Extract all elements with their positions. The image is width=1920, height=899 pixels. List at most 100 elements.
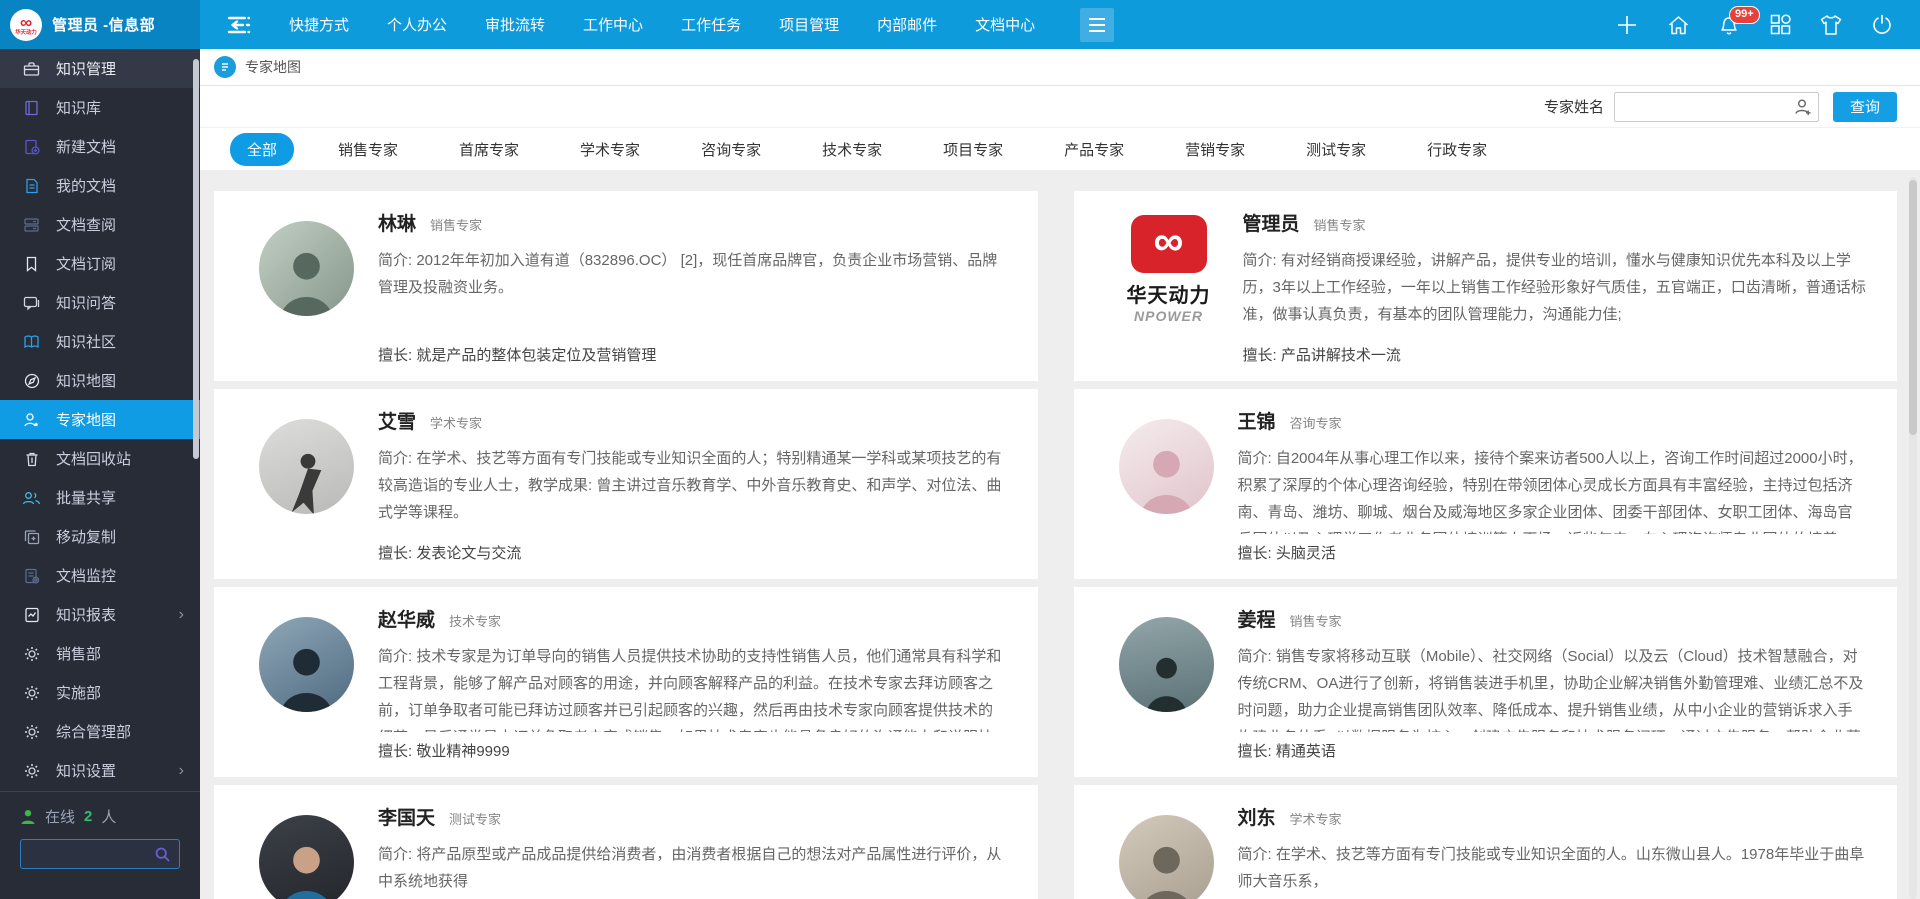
expert-skill: 擅长: 头脑灵活 bbox=[1238, 542, 1868, 563]
nav-item-personal-office[interactable]: 个人办公 bbox=[368, 0, 466, 49]
sidebar-footer: 在线 2 人 bbox=[0, 791, 200, 899]
tab-all[interactable]: 全部 bbox=[230, 133, 294, 166]
expert-name[interactable]: 艾雪 bbox=[378, 407, 416, 434]
sidebar-item-document-subscription[interactable]: 文档订阅 bbox=[0, 244, 200, 283]
sidebar-item-knowledge-base[interactable]: 知识库 bbox=[0, 88, 200, 127]
tab-marketing-expert[interactable]: 营销专家 bbox=[1168, 133, 1262, 166]
category-tabs: 全部 销售专家 首席专家 学术专家 咨询专家 技术专家 项目专家 产品专家 营销… bbox=[200, 128, 1920, 170]
expert-skill: 擅长: 精通英语 bbox=[1238, 740, 1868, 761]
user-department-title: 管理员 -信息部 bbox=[52, 14, 155, 35]
sidebar-item-document-recycle-bin[interactable]: 文档回收站 bbox=[0, 439, 200, 478]
select-person-icon[interactable] bbox=[1793, 97, 1813, 122]
expert-person-icon bbox=[22, 411, 41, 428]
compass-icon bbox=[22, 372, 41, 389]
expert-category: 学术专家 bbox=[430, 413, 482, 432]
expert-card[interactable]: 刘东学术专家 简介: 在学术、技艺等方面有专门技能或专业知识全面的人。山东微山县… bbox=[1074, 785, 1898, 899]
tab-product-expert[interactable]: 产品专家 bbox=[1047, 133, 1141, 166]
expert-card[interactable]: ∞ 华天动力 NPOWER 管理员销售专家 简介: 有对经销商授课经验，讲解产品… bbox=[1074, 191, 1898, 381]
content-scrollbar[interactable] bbox=[1909, 177, 1917, 899]
expert-name[interactable]: 姜程 bbox=[1238, 605, 1276, 632]
tab-admin-expert[interactable]: 行政专家 bbox=[1410, 133, 1504, 166]
expert-category: 测试专家 bbox=[449, 809, 501, 828]
expert-card[interactable]: 王锦咨询专家 简介: 自2004年从事心理工作以来，接待个案来访者500人以上，… bbox=[1074, 389, 1898, 579]
company-logo-avatar: ∞ 华天动力 NPOWER bbox=[1119, 215, 1219, 365]
expert-name[interactable]: 林琳 bbox=[378, 209, 416, 236]
expert-card[interactable]: 赵华威技术专家 简介: 技术专家是为订单导向的销售人员提供技术协助的支持性销售人… bbox=[214, 587, 1038, 777]
bell-icon[interactable]: 99+ bbox=[1717, 13, 1741, 37]
sidebar-item-knowledge-qa[interactable]: 知识问答 bbox=[0, 283, 200, 322]
expert-card-grid: 林琳销售专家 简介: 2012年年初加入道有道（832896.OC） [2]，现… bbox=[214, 191, 1897, 899]
expert-intro: 简介: 在学术、技艺等方面有专门技能或专业知识全面的人；特别精通某一学科或某项技… bbox=[378, 445, 1008, 534]
scrollbar-thumb[interactable] bbox=[1909, 180, 1917, 435]
power-icon[interactable] bbox=[1870, 13, 1894, 37]
search-icon[interactable] bbox=[154, 846, 171, 863]
infinity-logo-glyph: ∞ bbox=[20, 14, 32, 30]
expert-intro: 简介: 自2004年从事心理工作以来，接待个案来访者500人以上，咨询工作时间超… bbox=[1238, 445, 1868, 534]
nav-item-shortcuts[interactable]: 快捷方式 bbox=[270, 0, 368, 49]
sidebar-item-knowledge-settings[interactable]: 知识设置 › bbox=[0, 751, 200, 790]
sidebar-item-knowledge-community[interactable]: 知识社区 bbox=[0, 322, 200, 361]
plus-icon[interactable] bbox=[1615, 13, 1639, 37]
sidebar-item-batch-share[interactable]: 批量共享 bbox=[0, 478, 200, 517]
theme-shirt-icon[interactable] bbox=[1819, 13, 1843, 37]
nav-item-work-tasks[interactable]: 工作任务 bbox=[662, 0, 760, 49]
tab-sales-expert[interactable]: 销售专家 bbox=[321, 133, 415, 166]
nav-item-approval-flow[interactable]: 审批流转 bbox=[466, 0, 564, 49]
tab-academic-expert[interactable]: 学术专家 bbox=[563, 133, 657, 166]
filter-panel: 专家姓名 查询 全部 销售专家 首席专家 学术专家 咨询专家 技术专家 项目专家… bbox=[200, 86, 1920, 170]
sidebar-item-knowledge-map[interactable]: 知识地图 bbox=[0, 361, 200, 400]
expert-name[interactable]: 王锦 bbox=[1238, 407, 1276, 434]
expert-name-input[interactable] bbox=[1614, 92, 1819, 122]
expert-name[interactable]: 管理员 bbox=[1243, 209, 1300, 236]
expert-category: 销售专家 bbox=[1290, 611, 1342, 630]
briefcase-icon bbox=[22, 60, 41, 77]
sidebar-item-implementation-dept[interactable]: 实施部 bbox=[0, 673, 200, 712]
tab-testing-expert[interactable]: 测试专家 bbox=[1289, 133, 1383, 166]
brand: ∞ 华天动力 管理员 -信息部 bbox=[0, 0, 200, 49]
sidebar-search-input[interactable] bbox=[29, 846, 154, 862]
expert-name[interactable]: 刘东 bbox=[1238, 803, 1276, 830]
sidebar-item-move-copy[interactable]: 移动复制 bbox=[0, 517, 200, 556]
apps-icon[interactable] bbox=[1768, 13, 1792, 37]
expert-card[interactable]: 林琳销售专家 简介: 2012年年初加入道有道（832896.OC） [2]，现… bbox=[214, 191, 1038, 381]
expert-name[interactable]: 李国天 bbox=[378, 803, 435, 830]
sidebar-item-general-management-dept[interactable]: 综合管理部 bbox=[0, 712, 200, 751]
nav-item-internal-mail[interactable]: 内部邮件 bbox=[858, 0, 956, 49]
notification-badge: 99+ bbox=[1729, 6, 1760, 24]
query-button[interactable]: 查询 bbox=[1833, 92, 1897, 122]
sidebar-item-expert-map[interactable]: 专家地图 bbox=[0, 400, 200, 439]
tab-consulting-expert[interactable]: 咨询专家 bbox=[684, 133, 778, 166]
expert-intro: 简介: 销售专家将移动互联（Mobile）、社交网络（Social）以及云（Cl… bbox=[1238, 643, 1868, 732]
sidebar-item-new-document[interactable]: 新建文档 bbox=[0, 127, 200, 166]
expert-card[interactable]: 艾雪学术专家 简介: 在学术、技艺等方面有专门技能或专业知识全面的人；特别精通某… bbox=[214, 389, 1038, 579]
main-content: 专家地图 专家姓名 查询 全部 销售专家 首席专家 学术专家 咨询专家 技术专家… bbox=[200, 49, 1920, 899]
page-title: 专家地图 bbox=[245, 57, 301, 77]
more-menu-button[interactable] bbox=[1080, 8, 1114, 42]
sidebar-item-my-documents[interactable]: 我的文档 bbox=[0, 166, 200, 205]
person-silhouette-icon bbox=[259, 838, 354, 899]
expert-name[interactable]: 赵华威 bbox=[378, 605, 435, 632]
home-icon[interactable] bbox=[1666, 13, 1690, 37]
share-users-icon bbox=[22, 489, 41, 506]
sidebar-item-sales-dept[interactable]: 销售部 bbox=[0, 634, 200, 673]
tab-chief-expert[interactable]: 首席专家 bbox=[442, 133, 536, 166]
nav-item-work-center[interactable]: 工作中心 bbox=[564, 0, 662, 49]
company-logo-icon: ∞ 华天动力 bbox=[10, 9, 42, 41]
menu-collapse-icon[interactable] bbox=[222, 10, 256, 40]
tab-project-expert[interactable]: 项目专家 bbox=[926, 133, 1020, 166]
expert-card[interactable]: 姜程销售专家 简介: 销售专家将移动互联（Mobile）、社交网络（Social… bbox=[1074, 587, 1898, 777]
tab-technical-expert[interactable]: 技术专家 bbox=[805, 133, 899, 166]
sidebar-item-knowledge-report[interactable]: 知识报表 › bbox=[0, 595, 200, 634]
sidebar-item-document-monitor[interactable]: 文档监控 bbox=[0, 556, 200, 595]
nav-item-project-management[interactable]: 项目管理 bbox=[760, 0, 858, 49]
avatar bbox=[259, 419, 354, 514]
gear-icon bbox=[22, 723, 41, 740]
expert-card[interactable]: 李国天测试专家 简介: 将产品原型或产品成品提供给消费者，由消费者根据自己的想法… bbox=[214, 785, 1038, 899]
sidebar-scrollbar[interactable] bbox=[193, 59, 199, 459]
sidebar-item-knowledge-management[interactable]: 知识管理 bbox=[0, 49, 200, 88]
nav-item-document-center[interactable]: 文档中心 bbox=[956, 0, 1054, 49]
avatar bbox=[1119, 419, 1214, 514]
person-silhouette-icon bbox=[1119, 838, 1214, 899]
sidebar-item-document-review[interactable]: 文档查阅 bbox=[0, 205, 200, 244]
expert-category: 销售专家 bbox=[430, 215, 482, 234]
